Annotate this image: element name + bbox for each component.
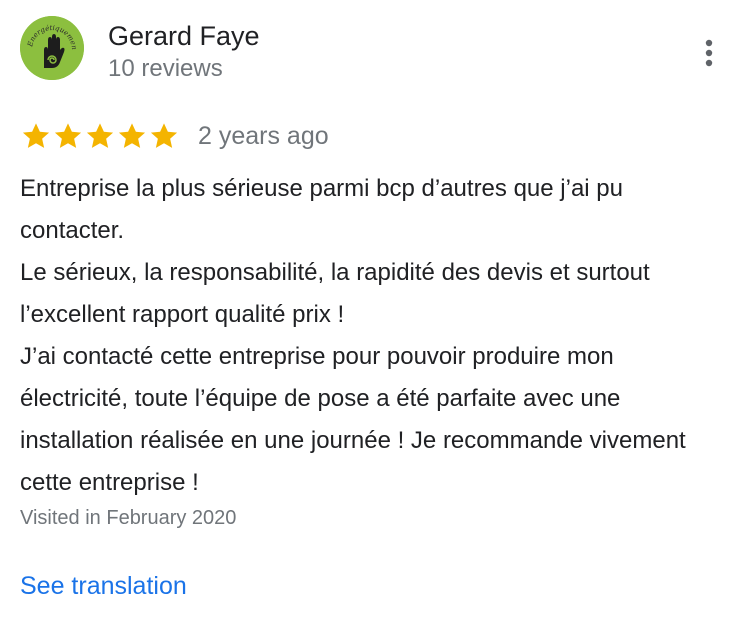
review-paragraph: J’ai contacté cette entreprise pour pouv…: [20, 343, 686, 496]
star-icon: [86, 123, 114, 148]
star-rating: [20, 120, 180, 152]
review-time: 2 years ago: [198, 122, 329, 150]
star-icon: [54, 123, 82, 148]
avatar[interactable]: Energétiquement: [20, 16, 84, 80]
see-translation-link[interactable]: See translation: [20, 569, 187, 603]
rating-row: 2 years ago: [20, 119, 329, 153]
more-vert-icon: [705, 39, 713, 67]
review-text: Entreprise la plus sérieuse parmi bcp d’…: [20, 168, 726, 504]
star-icon: [150, 123, 178, 148]
reviewer-name[interactable]: Gerard Faye: [108, 20, 260, 52]
visited-date: Visited in February 2020: [20, 507, 237, 529]
review-paragraph: Le sérieux, la responsabilité, la rapidi…: [20, 259, 650, 328]
star-icon: [22, 123, 50, 148]
more-options-button[interactable]: [690, 34, 728, 72]
review-count[interactable]: 10 reviews: [108, 54, 223, 84]
hand-spiral-logo-icon: Energétiquement: [20, 16, 84, 80]
review-paragraph: Entreprise la plus sérieuse parmi bcp d’…: [20, 175, 623, 244]
star-icon: [118, 123, 146, 148]
